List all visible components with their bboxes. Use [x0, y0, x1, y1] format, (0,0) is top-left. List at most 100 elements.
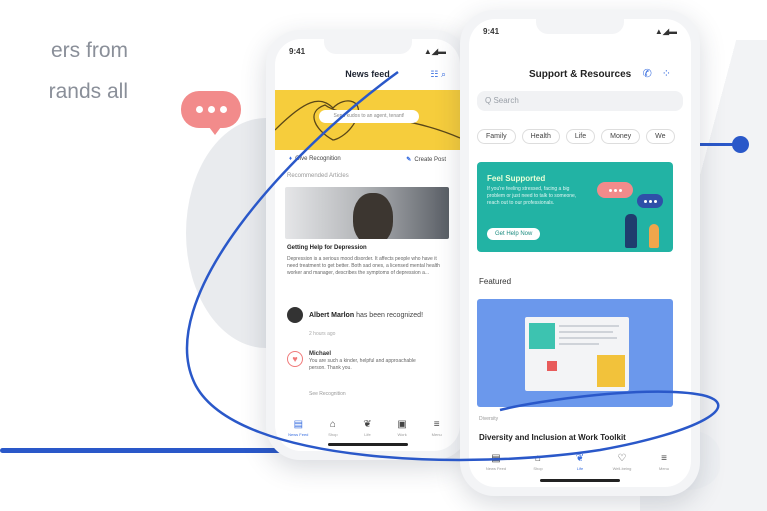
leaf-icon: ❦ [575, 453, 585, 464]
status-bar: 9:41 ▲◢▬ [275, 47, 460, 56]
recognition-text: has been recognized! [356, 311, 424, 319]
news-feed-icon: ▤ [491, 453, 501, 464]
section-label: Recommended Articles [287, 173, 349, 179]
status-icons: ▲◢▬ [423, 47, 446, 56]
bag-icon: ⌂ [329, 419, 336, 430]
search-input[interactable]: Q Search [477, 91, 683, 111]
phone-screen: 9:41 ▲◢▬ Support & Resources ✆ ⁘ Q Search… [469, 19, 691, 487]
hero-text-line-2: rands all [48, 80, 128, 103]
heart-icon[interactable]: ♥ [287, 351, 303, 367]
tab-well-being[interactable]: ♡ Well-being [608, 453, 636, 472]
person-illustration [649, 224, 659, 248]
tab-life[interactable]: ❦ Life [353, 419, 381, 438]
support-body: If you're feeling stressed, facing a big… [487, 186, 577, 206]
tab-bar: ▤ News Feed ⌂ Shop ❦ Life ♡ Well-being ≡ Menu [469, 453, 691, 472]
article-image[interactable] [285, 187, 449, 239]
kudos-banner: Send kudos to an agent, tenant! [275, 90, 460, 150]
comment-author: Michael [309, 351, 332, 357]
heart-icon: ♡ [617, 453, 627, 464]
recognition-item[interactable]: Albert Marlon has been recognized! [287, 307, 423, 323]
tab-life[interactable]: ❦ Life [566, 453, 594, 472]
category-chips: Family Health Life Money We [477, 129, 691, 144]
header-icons: ✆ ⁘ [643, 67, 671, 80]
pin-icon: ♦ [289, 156, 293, 162]
header-icons: ☷ ⌕ [430, 69, 446, 80]
comment-item: ♥ Michael You are such a kinder, helpful… [287, 351, 429, 372]
kudos-search-input[interactable]: Send kudos to an agent, tenant! [319, 110, 419, 123]
decorative-line-left [0, 448, 300, 453]
bag-icon: ⌂ [534, 453, 542, 464]
tab-label: Shop [533, 466, 543, 471]
chip-family[interactable]: Family [477, 129, 516, 144]
news-feed-icon: ▤ [293, 419, 304, 430]
search-icon[interactable]: ⌕ [441, 69, 446, 79]
tab-menu[interactable]: ≡ Menu [650, 453, 678, 472]
tab-label: Menu [431, 432, 442, 437]
chip-money[interactable]: Money [601, 129, 641, 144]
pencil-icon: ✎ [406, 157, 412, 163]
tab-bar: ▤ News Feed ⌂ Shop ❦ Life ▣ Work ≡ Menu [275, 419, 460, 438]
support-card[interactable]: Feel Supported If you're feeling stresse… [477, 162, 673, 252]
phone-screen: 9:41 ▲◢▬ News feed ☷ ⌕ Send kudos to an … [275, 39, 460, 451]
chip-life[interactable]: Life [565, 129, 596, 144]
menu-icon: ≡ [433, 419, 440, 430]
status-time: 9:41 [483, 27, 500, 36]
article-image-subject [353, 193, 393, 239]
status-time: 9:41 [289, 47, 306, 56]
decorative-line-dot [732, 136, 749, 153]
tab-label: News Feed [485, 466, 507, 471]
phone-support-resources: 9:41 ▲◢▬ Support & Resources ✆ ⁘ Q Search… [460, 10, 700, 496]
get-help-button[interactable]: Get Help Now [487, 228, 541, 240]
create-post-label: Create Post [414, 157, 446, 163]
page-title: Support & Resources [529, 69, 632, 80]
tab-label: Menu [658, 466, 669, 471]
briefcase-icon: ▣ [397, 419, 407, 430]
chat-bubble-icon [181, 91, 241, 135]
tab-label: Shop [328, 432, 338, 437]
tab-news-feed[interactable]: ▤ News Feed [482, 453, 510, 472]
document-illustration [525, 317, 629, 391]
create-post-button[interactable]: ✎ Create Post [406, 156, 446, 163]
home-indicator [540, 479, 620, 482]
home-indicator [327, 443, 408, 446]
chip-we[interactable]: We [646, 129, 675, 144]
tab-label: Life [576, 466, 584, 471]
filter-icon[interactable]: ☷ [430, 69, 438, 79]
grid-icon[interactable]: ⁘ [662, 67, 671, 80]
recognition-time: 2 hours ago [309, 331, 336, 337]
chip-health[interactable]: Health [521, 129, 560, 144]
tab-shop[interactable]: ⌂ Shop [319, 419, 347, 438]
tab-label: News Feed [288, 432, 309, 437]
chat-bubble-icon [637, 194, 663, 208]
give-recognition-button[interactable]: ♦ Give Recognition [289, 156, 341, 163]
give-recognition-label: Give Recognition [295, 156, 341, 162]
featured-heading: Featured [479, 277, 512, 286]
tab-menu[interactable]: ≡ Menu [423, 419, 451, 438]
featured-title[interactable]: Diversity and Inclusion at Work Toolkit [479, 433, 626, 442]
featured-category: Diversity [479, 416, 499, 422]
tab-work[interactable]: ▣ Work [388, 419, 416, 438]
leaf-icon: ❦ [363, 419, 372, 430]
tab-shop[interactable]: ⌂ Shop [524, 453, 552, 472]
tab-label: Life [364, 432, 371, 437]
menu-icon: ≡ [661, 453, 667, 464]
action-row: ♦ Give Recognition ✎ Create Post [275, 156, 460, 163]
article-excerpt: Depression is a serious mood disorder. I… [287, 256, 440, 276]
person-illustration [625, 214, 637, 248]
phone-news-feed: 9:41 ▲◢▬ News feed ☷ ⌕ Send kudos to an … [266, 30, 469, 460]
tab-news-feed[interactable]: ▤ News Feed [284, 419, 312, 438]
see-recognition-link[interactable]: See Recognition [309, 391, 346, 397]
hero-text-line-1: ers from [50, 39, 128, 62]
support-title: Feel Supported [487, 174, 546, 183]
status-bar: 9:41 ▲◢▬ [469, 27, 691, 36]
article-title[interactable]: Getting Help for Depression [287, 245, 367, 251]
recognition-name: Albert Marlon [309, 311, 355, 319]
tab-label: Work [397, 432, 407, 437]
comment-text: You are such a kinder, helpful and appro… [309, 358, 416, 371]
chat-bubble-icon [597, 182, 633, 198]
avatar [287, 307, 303, 323]
hero-text: ers from rands all [18, 30, 128, 112]
featured-card-image[interactable] [477, 299, 673, 407]
status-icons: ▲◢▬ [654, 27, 677, 36]
phone-icon[interactable]: ✆ [643, 67, 652, 80]
